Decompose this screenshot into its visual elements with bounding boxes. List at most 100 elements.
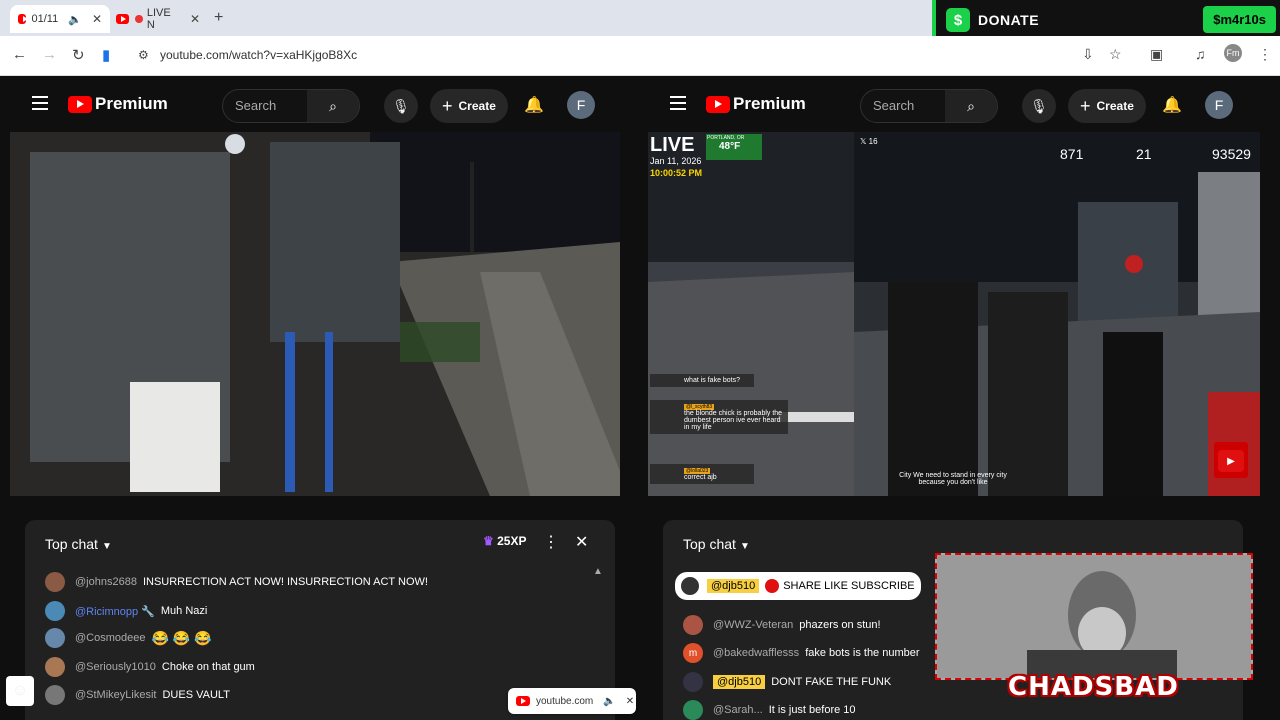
reload-icon[interactable]: ↻: [72, 46, 85, 64]
close-tab-icon[interactable]: ✕: [92, 12, 102, 26]
avatar: [45, 601, 65, 621]
subscribe-icon[interactable]: ▶: [1218, 450, 1244, 472]
video-player[interactable]: LIVE PORTLAND, OR 48°F Jan 11, 2026 10:0…: [648, 132, 1260, 496]
chat-author[interactable]: @Cosmodeee: [75, 632, 145, 644]
chat-mode-selector[interactable]: Top chat ▼: [45, 536, 112, 552]
popup-site: youtube.com: [536, 695, 594, 707]
pinned-message[interactable]: @djb510 SHARE LIKE SUBSCRIBE: [675, 572, 921, 600]
chat-author[interactable]: @Seriously1010: [75, 661, 156, 673]
profile-avatar[interactable]: Fm: [1224, 44, 1242, 62]
speaker-icon[interactable]: 🔈: [68, 13, 82, 26]
weather-badge: PORTLAND, OR 48°F: [706, 134, 762, 160]
logo-text: Premium: [95, 94, 168, 113]
youtube-icon: [18, 14, 28, 24]
chat-text: Choke on that gum: [161, 661, 255, 673]
close-popup-icon[interactable]: ✕: [626, 696, 634, 707]
chat-message: @Cosmodeee 😂 😂 😂: [45, 628, 212, 648]
scroll-up-icon[interactable]: ▲: [593, 566, 603, 577]
chat-text: 😂 😂 😂: [151, 629, 212, 646]
chat-author[interactable]: @WWZ-Veteran: [713, 619, 793, 631]
search-input[interactable]: Search: [861, 90, 945, 122]
search-bar[interactable]: Search ⌕: [222, 89, 360, 123]
video-player[interactable]: [10, 132, 620, 496]
chat-mode-selector[interactable]: Top chat ▼: [683, 536, 750, 552]
chat-author[interactable]: @djb510: [713, 675, 766, 689]
chat-author[interactable]: @Sarah...: [713, 704, 763, 716]
url-field[interactable]: youtube.com/watch?v=xaHKjgoB8Xc: [160, 48, 357, 62]
avatar: [45, 572, 65, 592]
mic-icon[interactable]: 🎙: [384, 89, 418, 123]
chat-text: DONT FAKE THE FUNK: [771, 676, 892, 688]
video-frame: [648, 132, 1260, 496]
menu-icon[interactable]: [670, 96, 686, 110]
x-count: 𝕏 16: [860, 137, 878, 146]
back-icon[interactable]: ←: [12, 46, 27, 63]
overlay-text: what is fake bots?: [684, 377, 741, 384]
youtube-premium-logo[interactable]: Premium: [706, 94, 806, 114]
speaker-icon[interactable]: 🔈: [603, 696, 615, 707]
account-avatar[interactable]: F: [567, 91, 595, 119]
chat-author[interactable]: @johns2688: [75, 576, 137, 588]
search-icon[interactable]: ⌕: [307, 90, 359, 122]
x-count-value: 16: [868, 137, 878, 146]
temperature: 48°F: [719, 141, 741, 152]
chat-author[interactable]: @bakedwafflesss: [713, 647, 799, 659]
account-avatar[interactable]: F: [1205, 91, 1233, 119]
overlay-text: correct ajb: [684, 474, 717, 481]
menu-dots-icon[interactable]: ⋮: [1258, 46, 1272, 63]
chat-title: Top chat: [683, 536, 736, 552]
media-icon[interactable]: ♫: [1195, 46, 1206, 62]
avatar: [45, 657, 65, 677]
overlay-text: the blonde chick is probably the dumbest…: [684, 410, 783, 431]
chevron-down-icon: ▼: [101, 541, 112, 552]
browser-tab-2[interactable]: LIVE N ✕: [108, 5, 208, 33]
logo-text: Premium: [733, 94, 806, 113]
chat-text: phazers on stun!: [799, 619, 881, 631]
forward-icon[interactable]: →: [42, 46, 57, 63]
site-info-icon[interactable]: ⚙: [138, 48, 149, 62]
live-badge: LIVE: [650, 134, 695, 156]
stream-time: 10:00:52 PM: [650, 168, 703, 178]
search-icon[interactable]: ⌕: [945, 90, 997, 122]
install-icon[interactable]: ⇩: [1082, 46, 1094, 63]
sidepanel-icon[interactable]: ▮: [102, 46, 110, 64]
red-dot-icon: [765, 579, 780, 593]
create-button[interactable]: + Create: [430, 89, 508, 123]
notifications-bell-icon[interactable]: 🔔: [1162, 95, 1182, 115]
chat-more-icon[interactable]: ⋮: [543, 532, 559, 552]
concurrent-viewers: 871: [1060, 146, 1084, 162]
plus-icon: +: [442, 95, 453, 116]
avatar: [681, 577, 699, 595]
youtube-icon: [116, 14, 130, 24]
chat-author[interactable]: @Ricimnopp 🔧: [75, 605, 155, 618]
chat-message: @Sarah... It is just before 10: [683, 700, 856, 720]
create-label: Create: [458, 99, 496, 113]
mic-icon[interactable]: 🎙: [1022, 89, 1056, 123]
search-bar[interactable]: Search ⌕: [860, 89, 998, 123]
bookmark-star-icon[interactable]: ☆: [1109, 46, 1122, 63]
recording-dot-icon: [135, 15, 143, 23]
close-tab-icon[interactable]: ✕: [190, 12, 200, 26]
chat-author[interactable]: @StMikeyLikesit: [75, 689, 156, 701]
new-tab-icon[interactable]: +: [214, 9, 223, 27]
menu-icon[interactable]: [32, 96, 48, 110]
browser-tab-1[interactable]: 01/11 🔈 ✕: [10, 5, 110, 33]
avatar: [45, 685, 65, 705]
youtube-icon: [516, 696, 530, 706]
pinned-author: @djb510: [707, 579, 760, 593]
chat-text: It is just before 10: [768, 704, 856, 716]
avatar: [45, 628, 65, 648]
chat-message: @johns2688 INSURRECTION ACT NOW! INSURRE…: [45, 572, 428, 592]
notifications-bell-icon[interactable]: 🔔: [524, 95, 544, 115]
media-popup[interactable]: youtube.com 🔈 ✕: [508, 688, 636, 714]
search-input[interactable]: Search: [223, 90, 307, 122]
caption-text: City We need to stand in every city beca…: [899, 472, 1007, 486]
xp-badge[interactable]: 25XP: [483, 534, 526, 548]
youtube-premium-logo[interactable]: Premium: [68, 94, 168, 114]
tab-search-icon[interactable]: ▣: [1150, 46, 1163, 63]
close-chat-icon[interactable]: ✕: [575, 532, 588, 552]
youtube-logo-icon: [68, 95, 92, 113]
stream-date: Jan 11, 2026: [650, 156, 702, 166]
chat-message: @Ricimnopp 🔧 Muh Nazi: [45, 601, 207, 621]
create-button[interactable]: + Create: [1068, 89, 1146, 123]
